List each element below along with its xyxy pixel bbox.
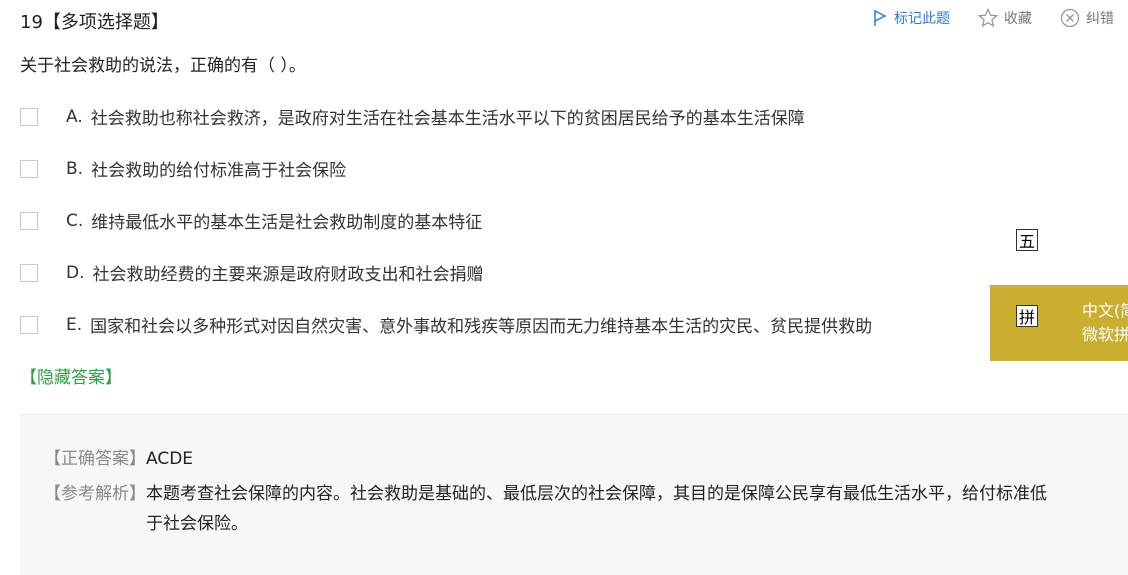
answer-panel: 【正确答案】 ACDE 【参考解析】 本题考查社会保障的内容。社会救助是基础的、… (20, 414, 1128, 575)
correct-answer-value: ACDE (146, 449, 194, 469)
report-error-button[interactable]: 纠错 (1060, 8, 1114, 28)
correct-answer-row: 【正确答案】 ACDE (44, 444, 193, 474)
option-c[interactable]: C. 维持最低水平的基本生活是社会救助制度的基本特征 (20, 208, 482, 233)
analysis-label: 【参考解析】 (44, 484, 146, 504)
option-d-checkbox[interactable] (20, 263, 38, 282)
mark-question-button[interactable]: 标记此题 (872, 8, 950, 28)
question-header: 19【多项选择题】 (20, 12, 169, 33)
option-text: 维持最低水平的基本生活是社会救助制度的基本特征 (91, 213, 483, 233)
option-e[interactable]: E. 国家和社会以多种形式对因自然灾害、意外事故和残疾等原因而无力维持基本生活的… (20, 312, 872, 337)
analysis-text: 本题考查社会保障的内容。社会救助是基础的、最低层次的社会保障，其目的是保障公民享… (146, 479, 1047, 539)
option-letter: A. (66, 106, 83, 127)
ime-pinyin-indicator[interactable]: 拼 (1016, 305, 1038, 327)
option-letter: C. (66, 210, 84, 231)
ime-language-line: 中文(简 (1082, 301, 1128, 320)
question-toolbar: 标记此题 收藏 纠错 (872, 8, 1128, 28)
option-d[interactable]: D. 社会救助经费的主要来源是政府财政支出和社会捐赠 (20, 260, 484, 285)
ime-mode-indicator[interactable]: 五 (1016, 229, 1038, 251)
report-error-label: 纠错 (1086, 11, 1114, 27)
option-e-checkbox[interactable] (20, 315, 38, 334)
close-circle-icon (1060, 8, 1080, 28)
option-text: 社会救助经费的主要来源是政府财政支出和社会捐赠 (92, 265, 484, 285)
option-letter: B. (66, 158, 84, 179)
option-letter: E. (66, 314, 83, 335)
option-a[interactable]: A. 社会救助也称社会救济，是政府对生活在社会基本生活水平以下的贫困居民给予的基… (20, 104, 805, 129)
option-b[interactable]: B. 社会救助的给付标准高于社会保险 (20, 156, 346, 181)
option-text: 社会救助也称社会救济，是政府对生活在社会基本生活水平以下的贫困居民给予的基本生活… (90, 109, 805, 129)
option-c-checkbox[interactable] (20, 211, 38, 230)
analysis-line: 于社会保险。 (146, 514, 248, 534)
question-stem: 关于社会救助的说法，正确的有（ ）。 (20, 56, 306, 76)
option-text: 国家和社会以多种形式对因自然灾害、意外事故和残疾等原因而无力维持基本生活的灾民、… (90, 317, 873, 337)
option-b-checkbox[interactable] (20, 159, 38, 178)
hide-answer-link[interactable]: 【隐藏答案】 (20, 363, 122, 388)
correct-answer-label: 【正确答案】 (44, 449, 146, 469)
favorite-label: 收藏 (1004, 11, 1032, 27)
option-text: 社会救助的给付标准高于社会保险 (91, 161, 347, 181)
analysis-line: 本题考查社会保障的内容。社会救助是基础的、最低层次的社会保障，其目的是保障公民享… (146, 484, 1047, 504)
mark-question-label: 标记此题 (894, 11, 950, 27)
flag-icon (874, 10, 887, 26)
star-icon (978, 8, 998, 28)
ime-name-line: 微软拼音 (1082, 325, 1128, 344)
favorite-button[interactable]: 收藏 (978, 8, 1032, 28)
ime-language-text: 中文(简 微软拼音 (1082, 299, 1128, 347)
analysis-row: 【参考解析】 本题考查社会保障的内容。社会救助是基础的、最低层次的社会保障，其目… (44, 479, 1047, 539)
ime-status-panel[interactable]: 中文(简 微软拼音 (990, 285, 1128, 361)
option-a-checkbox[interactable] (20, 107, 38, 126)
option-letter: D. (66, 262, 85, 283)
